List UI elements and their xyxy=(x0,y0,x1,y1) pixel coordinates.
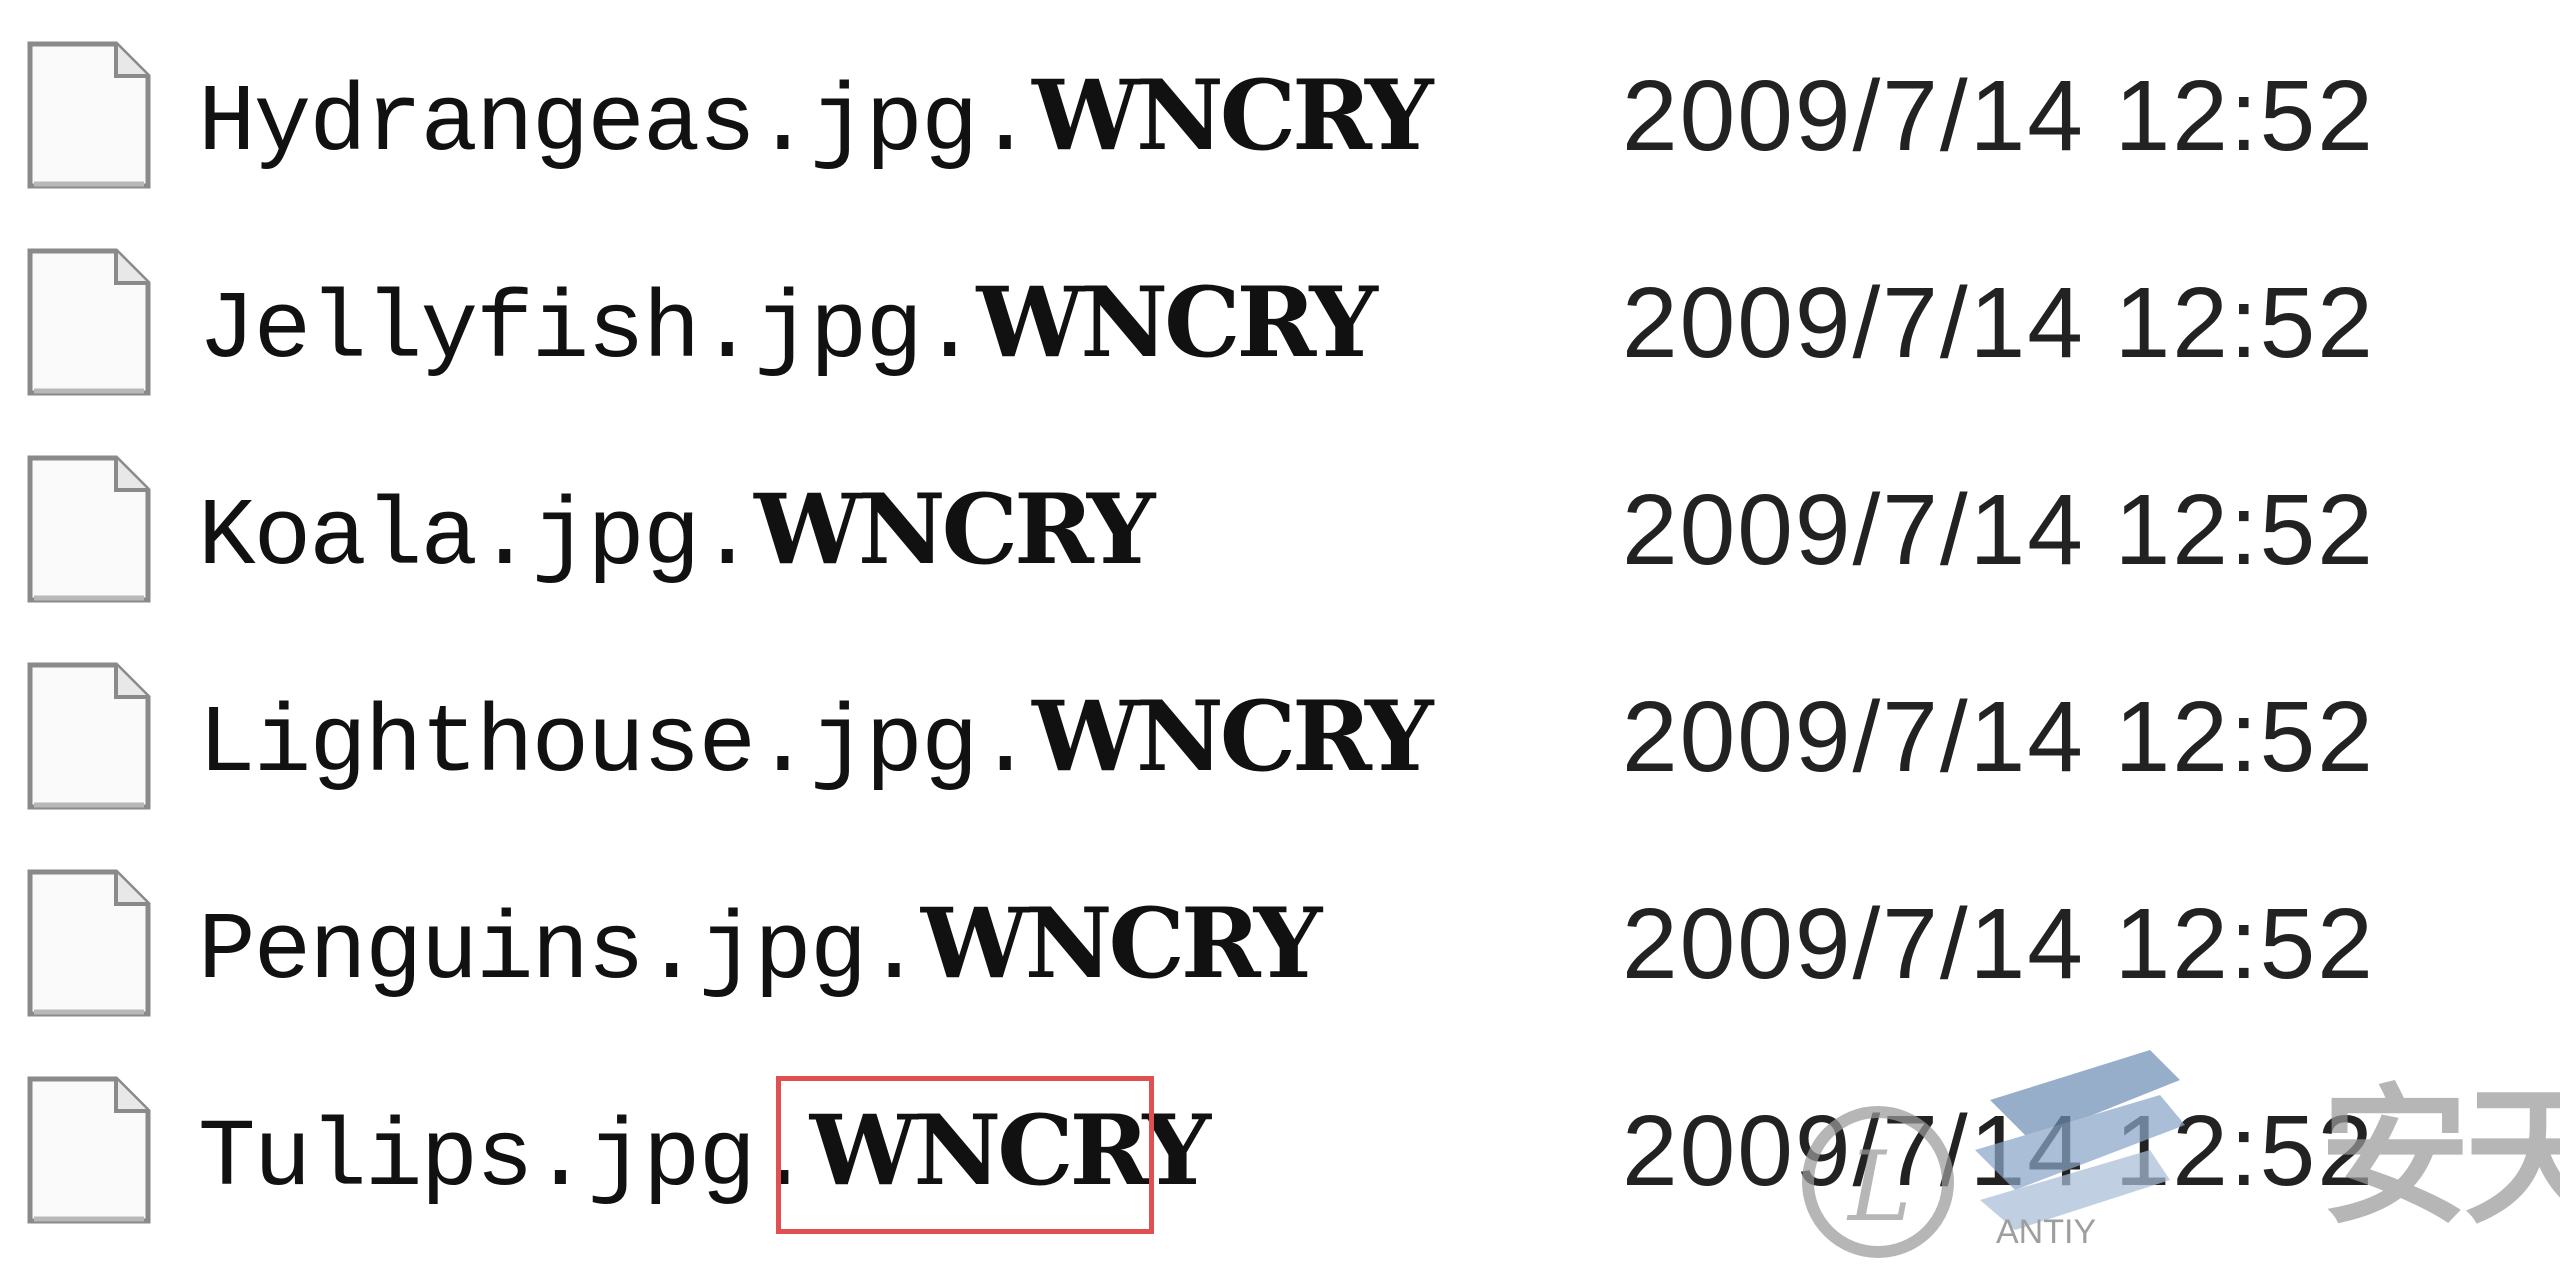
file-modified-date: 2009/7/14 12:52 xyxy=(1622,60,2375,172)
file-basename: Hydrangeas.jpg. xyxy=(198,69,1034,178)
blank-file-icon xyxy=(26,1075,152,1225)
screenshot-canvas: Hydrangeas.jpg.WNCRY 2009/7/14 12:52 Jel… xyxy=(0,0,2560,1284)
file-row[interactable]: Penguins.jpg.WNCRY 2009/7/14 12:52 xyxy=(0,846,2560,1052)
blank-file-icon xyxy=(26,247,152,397)
file-name[interactable]: Jellyfish.jpg.WNCRY xyxy=(198,263,1378,385)
file-name[interactable]: Penguins.jpg.WNCRY xyxy=(198,884,1322,1006)
file-row[interactable]: Hydrangeas.jpg.WNCRY 2009/7/14 12:52 xyxy=(0,18,2560,224)
extension-highlight-box xyxy=(776,1076,1154,1234)
file-row[interactable]: Jellyfish.jpg.WNCRY 2009/7/14 12:52 xyxy=(0,225,2560,431)
file-extension: WNCRY xyxy=(1032,680,1433,793)
blank-file-icon xyxy=(26,454,152,604)
blank-file-icon xyxy=(26,868,152,1018)
file-basename: Koala.jpg. xyxy=(198,483,756,592)
file-extension: WNCRY xyxy=(976,266,1378,379)
svg-text:L: L xyxy=(1846,1131,1912,1243)
file-extension: WNCRY xyxy=(920,887,1322,1000)
antiy-watermark: L 安天 ANTIY xyxy=(1800,1040,2560,1280)
watermark-brand: 安天 xyxy=(2320,1071,2560,1245)
file-modified-date: 2009/7/14 12:52 xyxy=(1622,888,2375,1000)
watermark-sub: ANTIY xyxy=(1996,1213,2097,1251)
file-modified-date: 2009/7/14 12:52 xyxy=(1622,267,2375,379)
file-basename: Tulips.jpg. xyxy=(198,1104,812,1213)
file-row[interactable]: Lighthouse.jpg.WNCRY 2009/7/14 12:52 xyxy=(0,639,2560,845)
file-modified-date: 2009/7/14 12:52 xyxy=(1622,681,2375,793)
file-name[interactable]: Koala.jpg.WNCRY xyxy=(198,470,1155,592)
file-basename: Jellyfish.jpg. xyxy=(198,276,979,385)
file-name[interactable]: Hydrangeas.jpg.WNCRY xyxy=(198,56,1433,178)
blank-file-icon xyxy=(26,40,152,190)
file-basename: Penguins.jpg. xyxy=(198,897,923,1006)
file-extension: WNCRY xyxy=(754,473,1155,586)
file-extension: WNCRY xyxy=(1032,59,1433,172)
blank-file-icon xyxy=(26,661,152,811)
file-basename: Lighthouse.jpg. xyxy=(198,690,1034,799)
file-row[interactable]: Koala.jpg.WNCRY 2009/7/14 12:52 xyxy=(0,432,2560,638)
file-name[interactable]: Lighthouse.jpg.WNCRY xyxy=(198,677,1433,799)
file-modified-date: 2009/7/14 12:52 xyxy=(1622,474,2375,586)
